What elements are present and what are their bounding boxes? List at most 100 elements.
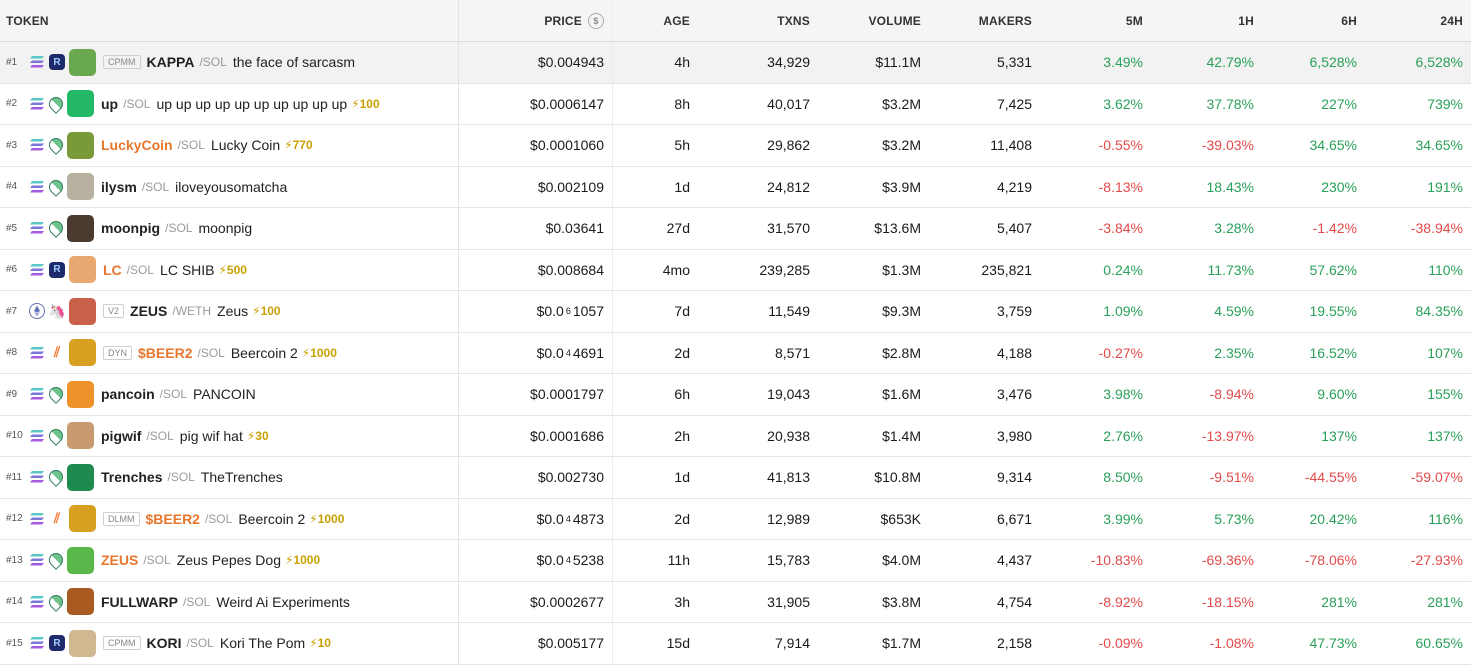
- token-cell[interactable]: #15 R CPMM KORI/SOL Kori The Pom ⚡10: [0, 623, 459, 664]
- price-cell: $0.004943: [459, 42, 613, 83]
- change-1h-cell: 11.73%: [1207, 261, 1254, 278]
- solana-chain-icon: [28, 95, 46, 113]
- table-row[interactable]: #10 pigwif/SOL pig wif hat ⚡30 $0.0001686 2h 2…: [0, 415, 1471, 457]
- token-cell[interactable]: #8 ⫽ DYN $BEER2/SOL Beercoin 2 ⚡1000: [0, 332, 459, 373]
- volume-cell: $3.9M: [882, 178, 921, 195]
- token-name: PANCOIN: [193, 386, 256, 403]
- header-token[interactable]: TOKEN: [0, 0, 459, 41]
- age-cell: 6h: [674, 386, 690, 403]
- token-cell[interactable]: #12 ⫽ DLMM $BEER2/SOL Beercoin 2 ⚡1000: [0, 498, 459, 539]
- header-24h[interactable]: 24H: [1365, 0, 1471, 41]
- token-avatar: [69, 339, 96, 367]
- table-row[interactable]: #6 R LC/SOL LC SHIB ⚡500 $0.008684 4mo 239,285 $…: [0, 249, 1471, 291]
- token-symbol: LC: [103, 261, 122, 278]
- quote-symbol: /SOL: [186, 636, 214, 651]
- token-cell[interactable]: #5 moonpig/SOL moonpig: [0, 208, 459, 249]
- header-price-label: PRICE: [544, 13, 582, 28]
- token-cell[interactable]: #11 Trenches/SOL TheTrenches: [0, 457, 459, 498]
- change-1h-cell: -1.08%: [1209, 635, 1254, 652]
- header-volume[interactable]: VOLUME: [818, 0, 929, 41]
- change-24h-cell: 84.35%: [1415, 303, 1463, 320]
- table-row[interactable]: #1 R CPMM KAPPA/SOL the face of sarcasm $0.00…: [0, 42, 1471, 84]
- txns-cell: 8,571: [774, 344, 810, 361]
- token-avatar: [69, 256, 96, 284]
- pump-fun-icon: [46, 591, 66, 612]
- pump-fun-icon: [46, 93, 66, 114]
- pool-type-badge: V2: [103, 304, 125, 319]
- price-cell: $0.0001060: [459, 125, 613, 166]
- token-avatar: [69, 48, 96, 76]
- solana-chain-icon: [28, 551, 46, 569]
- change-5m-cell: 2.76%: [1103, 427, 1143, 444]
- header-6h[interactable]: 6H: [1262, 0, 1365, 41]
- token-symbol: ilysm: [101, 178, 137, 195]
- table-row[interactable]: #7 🦄 V2 ZEUS/WETH Zeus ⚡100 $0.0 6 1057 7d 11,549 $…: [0, 291, 1471, 333]
- token-cell[interactable]: #14 FULLWARP/SOL Weird Ai Experiments: [0, 581, 459, 622]
- header-makers[interactable]: MAKERS: [929, 0, 1040, 41]
- rank-label: #3: [6, 139, 18, 151]
- token-name: TheTrenches: [200, 469, 283, 486]
- price-cell: $0.0 6 1057: [459, 291, 613, 332]
- token-cell[interactable]: #13 ZEUS/SOL Zeus Pepes Dog ⚡1000: [0, 540, 459, 581]
- table-row[interactable]: #8 ⫽ DYN $BEER2/SOL Beercoin 2 ⚡1000 $0.0 4 4691…: [0, 332, 1471, 374]
- change-1h-cell: -69.36%: [1201, 552, 1254, 569]
- change-1h-cell: -18.15%: [1201, 593, 1254, 610]
- dollar-icon[interactable]: $: [588, 12, 604, 29]
- change-1h-cell: 3.28%: [1214, 220, 1254, 237]
- token-avatar: [67, 131, 94, 159]
- pump-fun-icon: [46, 218, 66, 239]
- change-1h-cell: -9.51%: [1209, 469, 1254, 486]
- token-symbol: up: [101, 95, 119, 112]
- volume-cell: $3.2M: [882, 137, 921, 154]
- change-1h-cell: -39.03%: [1201, 137, 1254, 154]
- header-1h[interactable]: 1H: [1151, 0, 1262, 41]
- table-row[interactable]: #11 Trenches/SOL TheTrenches $0.002730 1d 41,…: [0, 457, 1471, 499]
- table-row[interactable]: #15 R CPMM KORI/SOL Kori The Pom ⚡10 $0.005177…: [0, 623, 1471, 665]
- volume-cell: $2.8M: [882, 344, 921, 361]
- solana-chain-icon: [28, 219, 46, 237]
- table-row[interactable]: #14 FULLWARP/SOL Weird Ai Experiments $0.00…: [0, 581, 1471, 623]
- price-cell: $0.0 4 4691: [459, 332, 613, 373]
- change-5m-cell: -0.09%: [1098, 635, 1143, 652]
- token-cell[interactable]: #10 pigwif/SOL pig wif hat ⚡30: [0, 415, 459, 456]
- solana-chain-icon: [28, 344, 46, 362]
- solana-chain-icon: [28, 53, 46, 71]
- price-zero-count: 4: [565, 513, 571, 524]
- volume-cell: $9.3M: [882, 303, 921, 320]
- token-cell[interactable]: #1 R CPMM KAPPA/SOL the face of sarcasm: [0, 42, 459, 83]
- table-row[interactable]: #3 LuckyCoin/SOL Lucky Coin ⚡770 $0.0001060 5…: [0, 125, 1471, 167]
- pool-type-badge: DYN: [103, 345, 133, 360]
- makers-cell: 11,408: [990, 137, 1032, 154]
- quote-symbol: /SOL: [146, 428, 174, 443]
- txns-cell: 31,905: [767, 593, 810, 610]
- token-cell[interactable]: #2 up/SOL up up up up up up up up up up ⚡10…: [0, 83, 459, 124]
- table-row[interactable]: #9 pancoin/SOL PANCOIN $0.0001797 6h 19,043 $1…: [0, 374, 1471, 416]
- table-row[interactable]: #5 moonpig/SOL moonpig $0.03641 27d 31,570 $13…: [0, 208, 1471, 250]
- header-age[interactable]: AGE: [613, 0, 698, 41]
- price-cell: $0.008684: [459, 249, 613, 290]
- change-5m-cell: -0.55%: [1098, 137, 1143, 154]
- rank-label: #6: [6, 264, 18, 276]
- table-row[interactable]: #13 ZEUS/SOL Zeus Pepes Dog ⚡1000 $0.0 4 5238 1…: [0, 540, 1471, 582]
- token-name: pig wif hat: [179, 427, 243, 444]
- change-6h-cell: 227%: [1321, 95, 1357, 112]
- age-cell: 3h: [674, 593, 690, 610]
- header-price[interactable]: PRICE $: [459, 0, 613, 41]
- token-avatar: [69, 505, 96, 533]
- token-cell[interactable]: #4 ilysm/SOL iloveyousomatcha: [0, 166, 459, 207]
- token-cell[interactable]: #9 pancoin/SOL PANCOIN: [0, 374, 459, 415]
- solana-chain-icon: [28, 510, 46, 528]
- token-cell[interactable]: #3 LuckyCoin/SOL Lucky Coin ⚡770: [0, 125, 459, 166]
- token-avatar: [67, 380, 94, 408]
- header-txns[interactable]: TXNS: [698, 0, 818, 41]
- token-cell[interactable]: #7 🦄 V2 ZEUS/WETH Zeus ⚡100: [0, 291, 459, 332]
- change-24h-cell: 110%: [1428, 261, 1463, 278]
- header-5m[interactable]: 5M: [1040, 0, 1151, 41]
- change-6h-cell: 281%: [1321, 593, 1357, 610]
- table-row[interactable]: #4 ilysm/SOL iloveyousomatcha $0.002109 1d 24…: [0, 166, 1471, 208]
- change-24h-cell: -59.07%: [1410, 469, 1463, 486]
- table-row[interactable]: #12 ⫽ DLMM $BEER2/SOL Beercoin 2 ⚡1000 $0.0 4 48…: [0, 498, 1471, 540]
- table-row[interactable]: #2 up/SOL up up up up up up up up up up ⚡10…: [0, 83, 1471, 125]
- token-cell[interactable]: #6 R LC/SOL LC SHIB ⚡500: [0, 249, 459, 290]
- change-5m-cell: 3.99%: [1103, 510, 1143, 527]
